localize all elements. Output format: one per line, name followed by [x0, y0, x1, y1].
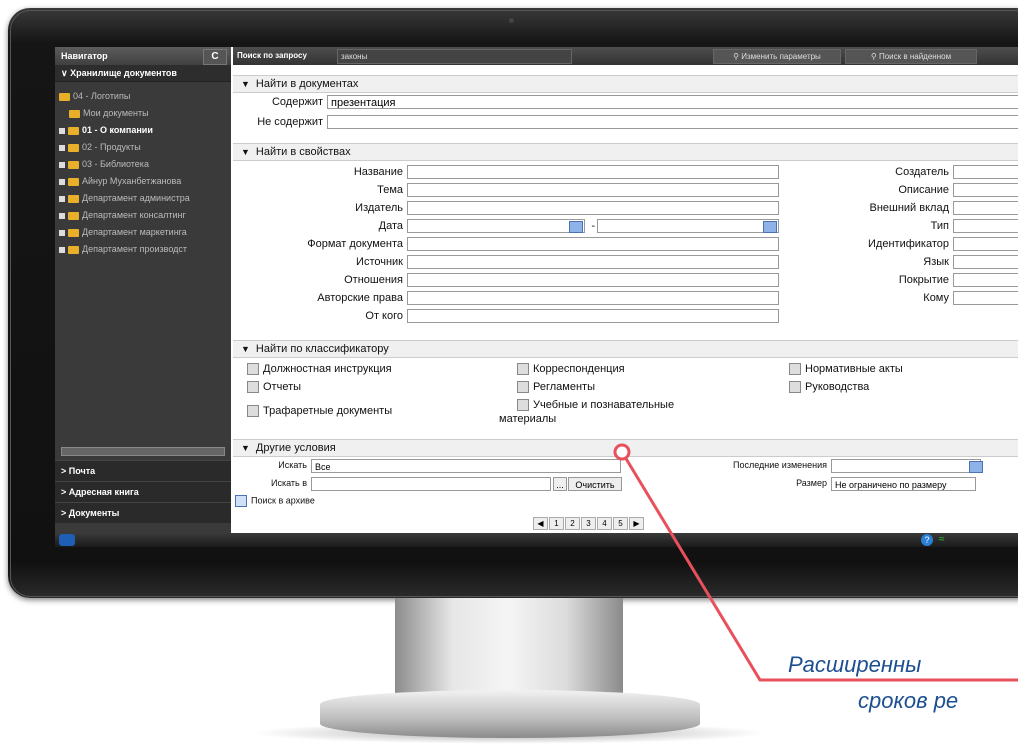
annotation-callout	[613, 443, 1018, 682]
callout-line	[620, 451, 1018, 682]
callout-marker	[613, 443, 631, 461]
annotation-line-2: сроков ре	[858, 688, 959, 713]
annotation-line-1: Расширенны	[788, 652, 922, 677]
